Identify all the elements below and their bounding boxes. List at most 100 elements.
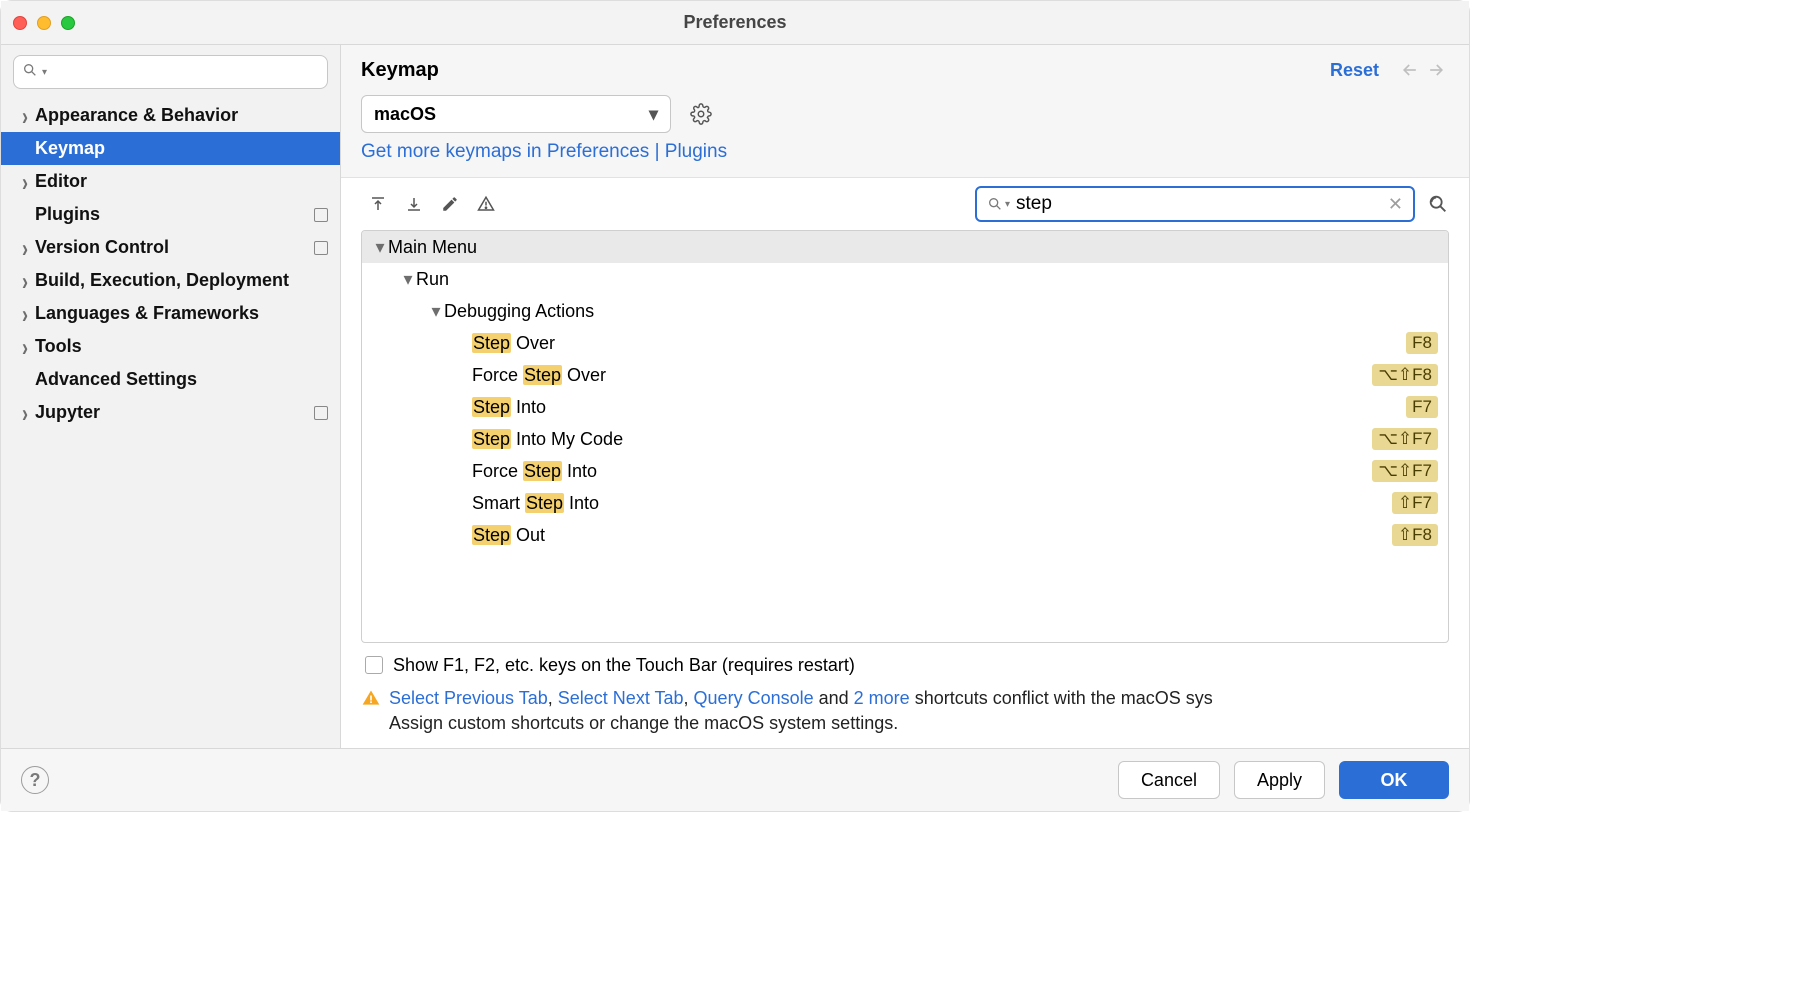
tree-row[interactable]: ▾Smart Step Into⇧F7 (362, 487, 1448, 519)
shortcut-badge: ⇧F8 (1392, 524, 1438, 546)
search-icon (22, 62, 38, 83)
conflict-warning-line2: Assign custom shortcuts or change the ma… (389, 713, 898, 733)
keymap-select[interactable]: macOS ▾ (361, 95, 671, 133)
more-keymaps-link[interactable]: Get more keymaps in Preferences | Plugin… (361, 141, 727, 162)
warning-icon[interactable] (469, 190, 503, 218)
tree-row-label: Step Into (472, 397, 1406, 418)
nav-forward-icon[interactable] (1423, 57, 1449, 83)
main-area: ▾ ›Appearance & Behavior›Keymap›Editor›P… (1, 45, 1469, 748)
conflict-link-2[interactable]: Select Next Tab (558, 688, 684, 708)
search-icon: ▾ (987, 196, 1010, 212)
action-tree[interactable]: ▾Main Menu▾Run▾Debugging Actions▾Step Ov… (361, 230, 1449, 643)
sidebar-item[interactable]: ›Jupyter (1, 396, 340, 429)
tree-row-label: Step Over (472, 333, 1406, 354)
sidebar-item-label: Editor (35, 171, 328, 192)
action-search-input[interactable]: ▾ ✕ (975, 186, 1415, 222)
sidebar-item-label: Languages & Frameworks (35, 303, 328, 324)
sidebar-item[interactable]: ›Build, Execution, Deployment (1, 264, 340, 297)
chevron-right-icon: › (19, 338, 31, 355)
tree-toolbar: ▾ ✕ (361, 178, 1449, 230)
clear-search-icon[interactable]: ✕ (1388, 194, 1403, 215)
tree-row[interactable]: ▾Step IntoF7 (362, 391, 1448, 423)
warning-triangle-icon (361, 688, 381, 708)
sidebar-item[interactable]: ›Languages & Frameworks (1, 297, 340, 330)
find-by-shortcut-icon[interactable] (1427, 193, 1449, 215)
nav-back-icon[interactable] (1397, 57, 1423, 83)
chevron-right-icon: › (19, 239, 31, 256)
sidebar-search-input[interactable]: ▾ (13, 55, 328, 89)
shortcut-badge: F8 (1406, 332, 1438, 354)
chevron-down-icon: ▾ (428, 303, 444, 319)
zoom-window-icon[interactable] (61, 16, 75, 30)
tree-row[interactable]: ▾Step OverF8 (362, 327, 1448, 359)
edit-icon[interactable] (433, 190, 467, 218)
sidebar-item-label: Build, Execution, Deployment (35, 270, 328, 291)
sidebar-item-label: Tools (35, 336, 328, 357)
sidebar-item-label: Plugins (35, 204, 310, 225)
tree-row[interactable]: ▾Run (362, 263, 1448, 295)
sidebar-item-label: Keymap (35, 138, 328, 159)
gear-icon[interactable] (687, 100, 715, 128)
sidebar-list: ›Appearance & Behavior›Keymap›Editor›Plu… (1, 99, 340, 429)
conflict-link-1[interactable]: Select Previous Tab (389, 688, 548, 708)
minimize-window-icon[interactable] (37, 16, 51, 30)
shortcut-badge: F7 (1406, 396, 1438, 418)
keymap-select-value: macOS (374, 104, 436, 125)
chevron-down-icon: ▾ (42, 67, 47, 78)
sidebar-item[interactable]: ›Plugins (1, 198, 340, 231)
conflict-link-4[interactable]: 2 more (854, 688, 910, 708)
tree-row-label: Force Step Into (472, 461, 1372, 482)
conflict-link-3[interactable]: Query Console (694, 688, 814, 708)
shortcut-badge: ⌥⇧F7 (1372, 460, 1438, 482)
footer: ? Cancel Apply OK (1, 748, 1469, 811)
tree-row[interactable]: ▾Step Out⇧F8 (362, 519, 1448, 551)
tree-row-label: Debugging Actions (444, 301, 1438, 322)
help-button[interactable]: ? (21, 766, 49, 794)
tree-row-label: Run (416, 269, 1438, 290)
shortcut-badge: ⌥⇧F8 (1372, 364, 1438, 386)
tree-row[interactable]: ▾Force Step Over⌥⇧F8 (362, 359, 1448, 391)
apply-button[interactable]: Apply (1234, 761, 1325, 799)
shortcut-badge: ⌥⇧F7 (1372, 428, 1438, 450)
touchbar-checkbox-row[interactable]: Show F1, F2, etc. keys on the Touch Bar … (361, 653, 1449, 686)
chevron-right-icon: › (19, 404, 31, 421)
tree-row[interactable]: ▾Debugging Actions (362, 295, 1448, 327)
sidebar-item-label: Advanced Settings (35, 369, 328, 390)
project-badge-icon (314, 241, 328, 255)
chevron-right-icon: › (19, 272, 31, 289)
sidebar-item[interactable]: ›Editor (1, 165, 340, 198)
chevron-down-icon: ▾ (649, 104, 658, 125)
chevron-right-icon: › (19, 107, 31, 124)
collapse-all-icon[interactable] (397, 190, 431, 218)
tree-row-label: Main Menu (388, 237, 1438, 258)
touchbar-checkbox[interactable] (365, 656, 383, 674)
content-pane: Keymap Reset macOS ▾ (341, 45, 1469, 748)
expand-all-icon[interactable] (361, 190, 395, 218)
sidebar-item-label: Jupyter (35, 402, 310, 423)
action-search-field[interactable] (1016, 193, 1382, 215)
tree-row[interactable]: ▾Step Into My Code⌥⇧F7 (362, 423, 1448, 455)
ok-button[interactable]: OK (1339, 761, 1449, 799)
tree-row-label: Force Step Over (472, 365, 1372, 386)
reset-link[interactable]: Reset (1330, 60, 1379, 81)
sidebar-item[interactable]: ›Keymap (1, 132, 340, 165)
sidebar-item[interactable]: ›Version Control (1, 231, 340, 264)
sidebar-item[interactable]: ›Advanced Settings (1, 363, 340, 396)
chevron-down-icon: ▾ (372, 239, 388, 255)
project-badge-icon (314, 406, 328, 420)
titlebar: Preferences (1, 1, 1469, 45)
page-title: Keymap (361, 59, 1330, 82)
window-title: Preferences (1, 12, 1469, 33)
tree-row[interactable]: ▾Force Step Into⌥⇧F7 (362, 455, 1448, 487)
close-window-icon[interactable] (13, 16, 27, 30)
cancel-button[interactable]: Cancel (1118, 761, 1220, 799)
sidebar-item[interactable]: ›Appearance & Behavior (1, 99, 340, 132)
sidebar-item-label: Appearance & Behavior (35, 105, 328, 126)
chevron-right-icon: › (19, 305, 31, 322)
chevron-right-icon: › (19, 173, 31, 190)
project-badge-icon (314, 208, 328, 222)
conflict-warning: Select Previous Tab, Select Next Tab, Qu… (361, 686, 1449, 736)
tree-row[interactable]: ▾Main Menu (362, 231, 1448, 263)
sidebar-item[interactable]: ›Tools (1, 330, 340, 363)
window-controls (13, 16, 75, 30)
